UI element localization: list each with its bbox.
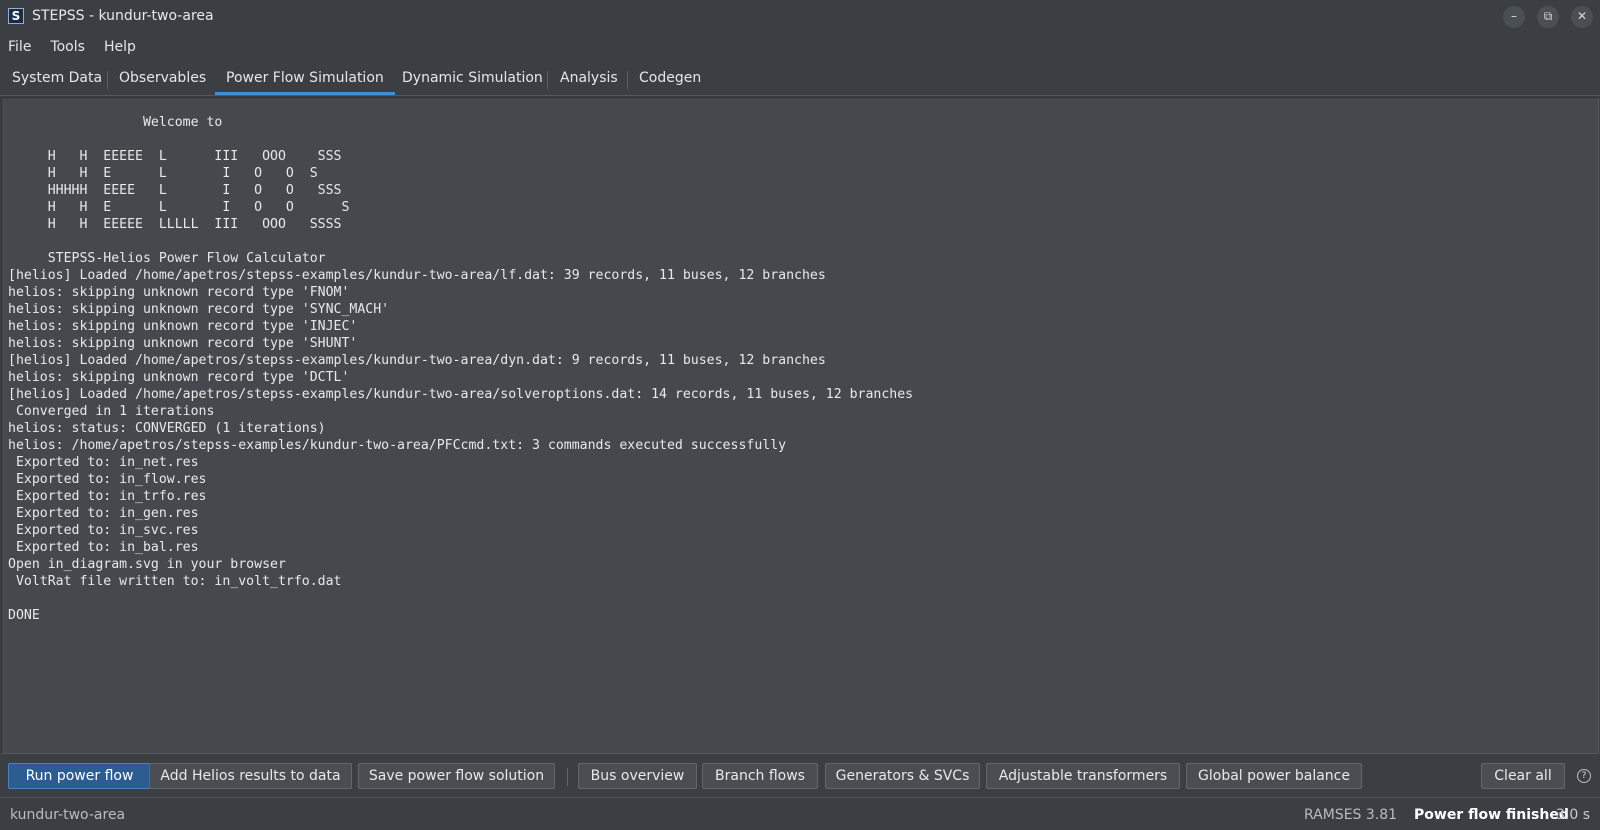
menu-bar: File Tools Help — [0, 34, 1600, 60]
status-project-name: kundur-two-area — [10, 807, 126, 823]
console-line: helios: status: CONVERGED (1 iterations) — [8, 421, 326, 436]
console-line: Converged in 1 iterations — [15, 404, 215, 419]
help-icon[interactable]: ? — [1577, 769, 1591, 783]
tab-bar: System Data Observables Power Flow Simul… — [0, 62, 1600, 96]
status-state: Power flow finished — [1414, 807, 1569, 823]
console-line: H H E L I O O S — [47, 166, 318, 181]
console-line: STEPSS-Helios Power Flow Calculator — [47, 251, 326, 266]
console-line: Open in_diagram.svg in your browser — [8, 557, 286, 572]
console-line: helios: skipping unknown record type 'FN… — [8, 285, 350, 300]
tab-analysis[interactable]: Analysis — [549, 62, 629, 95]
console-line: helios: skipping unknown record type 'SY… — [8, 302, 390, 317]
action-bar: Run power flow Add Helios results to dat… — [0, 760, 1600, 794]
console-line: VoltRat file written to: in_volt_trfo.da… — [15, 574, 342, 589]
console-output-panel[interactable]: Welcome to H H EEEEE L III OOO SSS H H E… — [1, 97, 1599, 754]
close-icon[interactable]: ✕ — [1571, 6, 1593, 28]
console-line: Exported to: in_gen.res — [15, 506, 199, 521]
console-line: H H EEEEE L III OOO SSS — [47, 149, 342, 164]
console-line: helios: skipping unknown record type 'DC… — [8, 370, 350, 385]
console-line: Exported to: in_flow.res — [15, 472, 207, 487]
console-line: Exported to: in_bal.res — [15, 540, 199, 555]
tab-dynamic-simulation[interactable]: Dynamic Simulation — [391, 62, 554, 95]
console-line: [helios] Loaded /home/apetros/stepss-exa… — [8, 268, 826, 283]
tab-power-flow-simulation[interactable]: Power Flow Simulation — [215, 62, 395, 95]
bus-overview-button[interactable]: Bus overview — [578, 763, 697, 789]
save-power-flow-solution-button[interactable]: Save power flow solution — [358, 763, 555, 789]
status-elapsed-time: 3.0 s — [1556, 807, 1591, 823]
minimize-icon[interactable]: – — [1503, 6, 1525, 28]
console-line: [helios] Loaded /home/apetros/stepss-exa… — [8, 387, 914, 402]
global-power-balance-button[interactable]: Global power balance — [1186, 763, 1362, 789]
console-line: Exported to: in_svc.res — [15, 523, 199, 538]
run-power-flow-button[interactable]: Run power flow — [8, 763, 151, 789]
status-bar: kundur-two-area RAMSES 3.81 Power flow f… — [0, 797, 1600, 830]
menu-help[interactable]: Help — [96, 34, 144, 60]
tab-divider — [547, 71, 548, 89]
generators-svcs-button[interactable]: Generators & SVCs — [825, 763, 980, 789]
console-line: H H EEEEE LLLLL III OOO SSSS — [47, 217, 342, 232]
clear-all-button[interactable]: Clear all — [1481, 763, 1565, 789]
restore-icon[interactable]: ⧉ — [1537, 6, 1559, 28]
console-line: [helios] Loaded /home/apetros/stepss-exa… — [8, 353, 826, 368]
tab-system-data[interactable]: System Data — [1, 62, 113, 95]
console-line: HHHHH EEEE L I O O SSS — [47, 183, 342, 198]
branch-flows-button[interactable]: Branch flows — [702, 763, 818, 789]
console-line: Welcome to — [142, 115, 223, 130]
adjustable-transformers-button[interactable]: Adjustable transformers — [986, 763, 1180, 789]
tab-observables[interactable]: Observables — [108, 62, 217, 95]
menu-tools[interactable]: Tools — [42, 34, 93, 60]
console-line: H H E L I O O S — [47, 200, 350, 215]
console-line: helios: skipping unknown record type 'SH… — [8, 336, 358, 351]
status-version: RAMSES 3.81 — [1304, 807, 1398, 823]
window-title: STEPSS - kundur-two-area — [32, 8, 214, 24]
console-line: Exported to: in_net.res — [15, 455, 199, 470]
menu-file[interactable]: File — [0, 34, 39, 60]
app-logo-icon: S — [8, 8, 24, 24]
console-text: Welcome to H H EEEEE L III OOO SSS H H E… — [8, 114, 913, 624]
toolbar-divider — [567, 768, 568, 786]
console-line: helios: skipping unknown record type 'IN… — [8, 319, 358, 334]
title-bar: S STEPSS - kundur-two-area – ⧉ ✕ — [0, 0, 1600, 34]
add-helios-results-button[interactable]: Add Helios results to data — [149, 763, 352, 789]
tab-codegen[interactable]: Codegen — [628, 62, 712, 95]
console-line: DONE — [8, 608, 40, 623]
console-line: helios: /home/apetros/stepss-examples/ku… — [8, 438, 787, 453]
console-line: Exported to: in_trfo.res — [15, 489, 207, 504]
